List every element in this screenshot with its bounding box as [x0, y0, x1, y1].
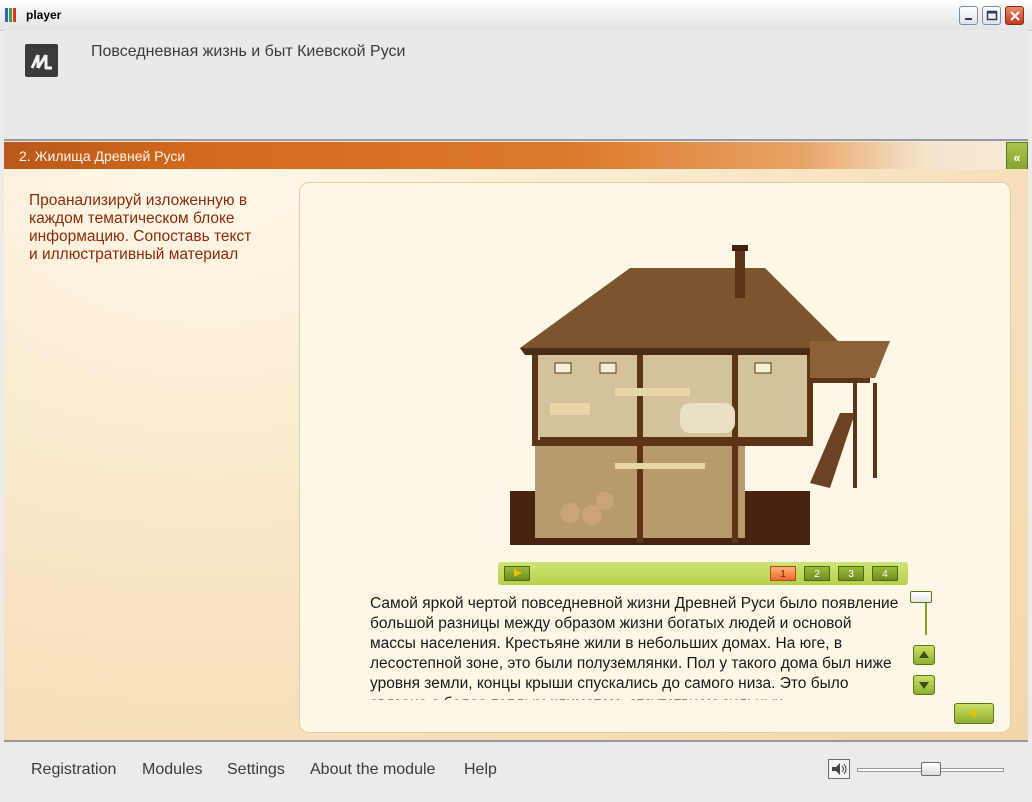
scroll-up-button[interactable]: [913, 645, 935, 665]
window-title: player: [26, 8, 62, 22]
title-bar: player: [0, 0, 1032, 31]
menu-settings[interactable]: Settings: [227, 761, 285, 779]
page-button-4[interactable]: 4: [872, 566, 898, 581]
app-header: Повседневная жизнь и быт Киевской Руси: [4, 30, 1028, 141]
lesson-text: Самой яркой чертой повседневной жизни Др…: [370, 595, 899, 700]
scroll-down-button[interactable]: [913, 675, 935, 695]
menu-help[interactable]: Help: [464, 761, 497, 779]
speaker-icon[interactable]: [828, 759, 850, 779]
app-icon: [5, 8, 23, 22]
page-button-2[interactable]: 2: [804, 566, 830, 581]
section-title: 2. Жилища Древней Руси: [19, 148, 186, 164]
lesson-panel: 1 2 3 4 Самой яркой чертой повседневной …: [299, 182, 1011, 733]
slide-navigator: 1 2 3 4: [498, 562, 908, 585]
maximize-button[interactable]: [982, 6, 1001, 25]
section-bar: 2. Жилища Древней Руси «: [4, 142, 1028, 175]
next-arrow-button[interactable]: [954, 703, 994, 724]
menu-about-module[interactable]: About the module: [310, 761, 435, 779]
minimize-button[interactable]: [959, 6, 978, 25]
page-button-3[interactable]: 3: [838, 566, 864, 581]
app-window: player Повседневная жизнь и быт Киевской…: [0, 0, 1032, 802]
menu-registration[interactable]: Registration: [31, 761, 116, 779]
page-button-1[interactable]: 1: [770, 566, 796, 581]
content-area: Проанализируй изложенную в каждом темати…: [4, 169, 1028, 740]
logo-icon: [25, 44, 58, 77]
house-illustration: [510, 245, 890, 548]
course-title: Повседневная жизнь и быт Киевской Руси: [91, 43, 406, 60]
scroll-thumb[interactable]: [910, 591, 932, 603]
menu-modules[interactable]: Modules: [142, 761, 202, 779]
footer-bar: Registration Modules Settings About the …: [4, 740, 1028, 800]
close-button[interactable]: [1005, 6, 1024, 25]
instruction-text: Проанализируй изложенную в каждом темати…: [29, 192, 252, 263]
volume-slider-thumb[interactable]: [920, 762, 941, 776]
play-button[interactable]: [504, 566, 530, 581]
